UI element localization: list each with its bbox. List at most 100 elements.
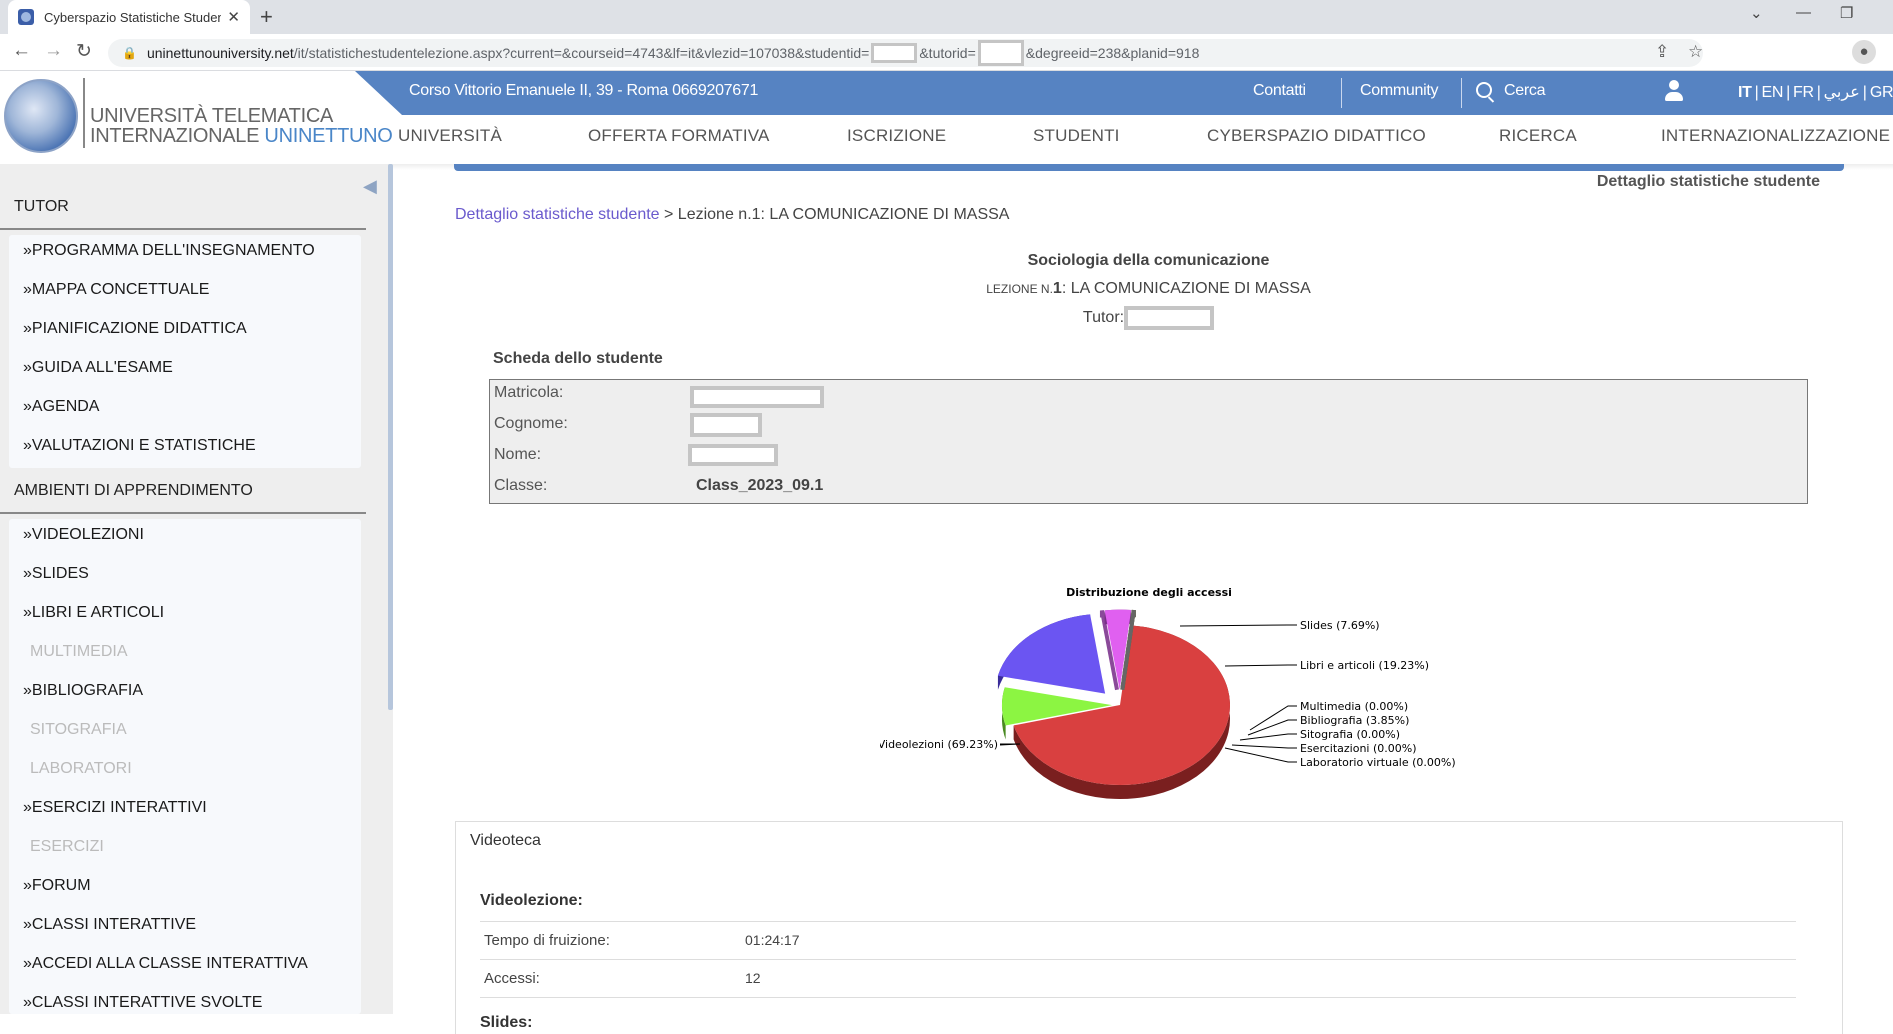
redacted-cognome [690, 413, 762, 437]
sidebar-item[interactable]: »VIDEOLEZIONI [23, 526, 144, 544]
sidebar-item[interactable]: »FORUM [23, 877, 91, 895]
content-top-bar [454, 164, 1844, 171]
tab-close-icon[interactable]: ✕ [227, 8, 240, 26]
row-label: Accessi: [484, 970, 540, 987]
sidebar-item[interactable]: »GUIDA ALL'ESAME [23, 359, 173, 377]
nav-ricerca[interactable]: RICERCA [1499, 126, 1577, 146]
access-distribution-chart: Distribuzione degli accessi Videolezioni… [880, 586, 1456, 799]
url-path: &tutorid= [919, 45, 976, 61]
pie-label: Sitografia (0.00%) [1300, 728, 1400, 741]
lesson-title: Lezione n.1: LA COMUNICAZIONE DI MASSA [455, 280, 1842, 298]
new-tab-icon[interactable]: + [260, 4, 273, 30]
field-label: Cognome: [494, 415, 568, 432]
pie-label: Videolezioni (69.23%) [880, 738, 998, 751]
pie-label: Libri e articoli (19.23%) [1300, 659, 1429, 672]
student-row-nome: Nome: [494, 444, 778, 466]
search-icon[interactable] [1476, 82, 1492, 98]
user-icon[interactable] [1662, 80, 1686, 104]
lang-fr[interactable]: FR [1793, 84, 1814, 101]
sidebar-item[interactable]: »CLASSI INTERATTIVE [23, 916, 196, 934]
breadcrumb-link[interactable]: Dettaglio statistiche studente [455, 206, 660, 223]
lang-it[interactable]: IT [1738, 84, 1752, 101]
pie-label: Laboratorio virtuale (0.00%) [1300, 756, 1456, 769]
tutor-label: Tutor: [1082, 309, 1125, 327]
community-link[interactable]: Community [1360, 82, 1439, 100]
sidebar-item[interactable]: »BIBLIOGRAFIA [23, 682, 143, 700]
reload-icon[interactable]: ↻ [76, 40, 92, 63]
lesson-number: 1 [1052, 280, 1062, 297]
lang-ar[interactable]: عربي [1824, 84, 1860, 101]
logo-divider [83, 78, 85, 148]
forward-icon[interactable]: → [44, 40, 63, 62]
collapse-sidebar-icon[interactable]: ◀ [363, 176, 377, 197]
url-path: &degreeid=238&planid=918 [1025, 45, 1200, 61]
divider [1461, 78, 1462, 108]
section-slides: Slides: [480, 1014, 533, 1031]
tab-search-chevron-icon[interactable]: ⌄ [1750, 4, 1763, 22]
sidebar-item[interactable]: »CLASSI INTERATTIVE SVOLTE [23, 994, 262, 1012]
pie-leader-line [1224, 664, 1297, 667]
sidebar-item: ESERCIZI [30, 838, 104, 855]
university-address: Corso Vittorio Emanuele II, 39 - Roma 06… [409, 82, 759, 99]
page-bottom [0, 1014, 393, 1034]
sidebar-item[interactable]: »MAPPA CONCETTUALE [23, 281, 209, 299]
student-row-cognome: Cognome: [494, 413, 762, 437]
sidebar-scrollbar[interactable] [388, 164, 393, 710]
bookmark-star-icon[interactable]: ☆ [1688, 42, 1703, 62]
cerca-link[interactable]: Cerca [1504, 82, 1545, 100]
lang-gr[interactable]: GR [1870, 84, 1893, 101]
row-label: Tempo di fruizione: [484, 932, 610, 949]
student-row-classe: Classe: Class_2023_09.1 [494, 477, 823, 495]
minimize-icon[interactable]: — [1796, 4, 1811, 21]
classe-value: Class_2023_09.1 [696, 477, 824, 494]
redacted-nome [688, 444, 778, 466]
sidebar-section-tutor: TUTOR [14, 198, 69, 215]
url-input[interactable]: 🔒 uninettunouniversity.net /it/statistic… [108, 39, 1703, 67]
back-icon[interactable]: ← [12, 40, 31, 62]
lock-icon: 🔒 [122, 46, 137, 60]
favicon-icon [18, 9, 34, 25]
nav-offerta-formativa[interactable]: OFFERTA FORMATIVA [588, 126, 770, 146]
sidebar-section-ambienti: AMBIENTI DI APPRENDIMENTO [14, 482, 253, 499]
sidebar-item[interactable]: »ACCEDI ALLA CLASSE INTERATTIVA [23, 955, 308, 973]
videoteca-panel: Videoteca Videolezione: Tempo di fruizio… [455, 821, 1843, 1034]
url-host: uninettunouniversity.net [146, 45, 294, 61]
sidebar-item[interactable]: »SLIDES [23, 565, 89, 583]
nav-cyberspazio-didattico[interactable]: CYBERSPAZIO DIDATTICO [1207, 126, 1426, 146]
pie-label: Bibliografia (3.85%) [1300, 714, 1409, 727]
pie-leader-line [1247, 719, 1297, 736]
tab-title: Cyberspazio Statistiche Studente [44, 9, 222, 25]
nav-universita[interactable]: UNIVERSITÀ [398, 126, 502, 146]
page-label: Dettaglio statistiche studente [1596, 173, 1820, 190]
restore-icon[interactable]: ❐ [1840, 4, 1853, 22]
sidebar-item[interactable]: »VALUTAZIONI E STATISTICHE [23, 437, 256, 455]
share-icon[interactable]: ⇪ [1655, 42, 1669, 62]
redacted-studentid [871, 43, 918, 63]
pie-leader-line [1224, 747, 1297, 763]
divider [0, 512, 366, 514]
browser-tab[interactable]: Cyberspazio Statistiche Studente ✕ [8, 0, 250, 34]
sidebar-item[interactable]: »LIBRI E ARTICOLI [23, 604, 164, 622]
nav-studenti[interactable]: STUDENTI [1033, 126, 1120, 146]
pie-label: Slides (7.69%) [1300, 619, 1380, 632]
lang-en[interactable]: EN [1761, 84, 1783, 101]
contatti-link[interactable]: Contatti [1253, 82, 1306, 100]
language-switcher: IT | EN | FR | عربي | GR [1738, 84, 1893, 101]
sidebar-item[interactable]: »AGENDA [23, 398, 99, 416]
sidebar-item: SITOGRAFIA [30, 721, 127, 738]
section-videolezione: Videolezione: [480, 892, 583, 909]
nav-iscrizione[interactable]: ISCRIZIONE [847, 126, 946, 146]
divider [1341, 78, 1342, 108]
sidebar-item[interactable]: »PROGRAMMA DELL'INSEGNAMENTO [23, 242, 315, 260]
nav-internazionalizzazione[interactable]: INTERNAZIONALIZZAZIONE [1661, 126, 1890, 146]
sidebar-item[interactable]: »ESERCIZI INTERATTIVI [23, 799, 207, 817]
sidebar-item[interactable]: »PIANIFICAZIONE DIDATTICA [23, 320, 247, 338]
redacted-tutor-name [1124, 306, 1215, 330]
chart-title: Distribuzione degli accessi [1066, 586, 1232, 599]
breadcrumb: Dettaglio statistiche studente > Lezione… [455, 206, 1009, 224]
profile-avatar-icon[interactable]: ● [1852, 40, 1876, 64]
browser-tab-strip: Cyberspazio Statistiche Studente ✕ + ⌄ —… [0, 0, 1893, 34]
table-row: Tempo di fruizione: 01:24:17 [480, 921, 1796, 959]
lesson-prefix: Lezione n. [986, 282, 1053, 296]
pie-label: Multimedia (0.00%) [1300, 700, 1408, 713]
